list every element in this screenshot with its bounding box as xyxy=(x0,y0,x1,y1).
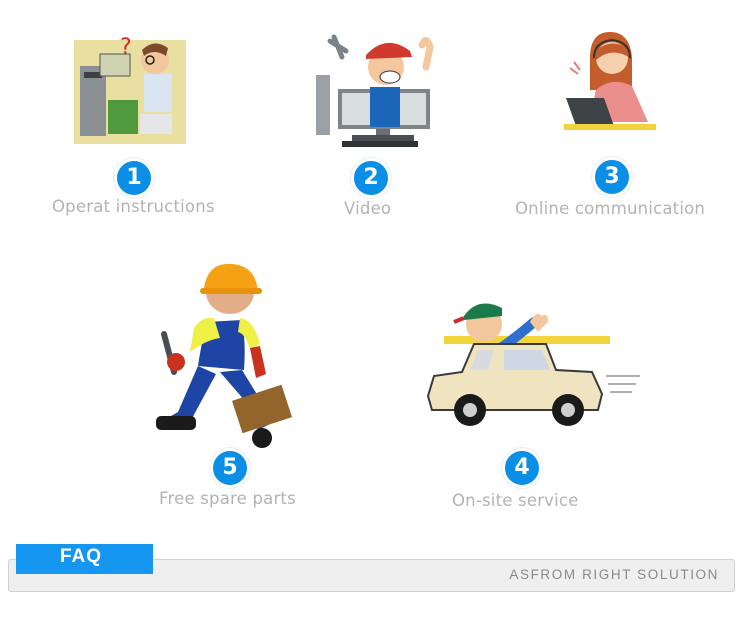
step-badge-4: 4 xyxy=(502,448,542,488)
faq-tab-label: FAQ xyxy=(60,546,103,567)
step-badge-3: 3 xyxy=(592,157,632,197)
support-agent-headset-icon xyxy=(564,32,656,130)
technician-on-monitor-icon xyxy=(316,34,434,147)
service-label: Operat instructions xyxy=(52,197,215,216)
service-label: Free spare parts xyxy=(159,489,296,508)
step-badge-1: 1 xyxy=(114,158,154,198)
brand-slogan: ASFROM RIGHT SOLUTION xyxy=(509,567,719,582)
faq-tab[interactable]: FAQ xyxy=(16,544,153,574)
service-label: On-site service xyxy=(452,491,579,510)
engineer-at-desk-icon: ? xyxy=(74,36,186,144)
service-label: Video xyxy=(344,199,392,218)
service-label: Online communication xyxy=(515,199,706,218)
step-badge-5: 5 xyxy=(210,448,250,488)
mechanic-in-car-icon xyxy=(426,303,640,426)
svg-text:?: ? xyxy=(120,36,132,60)
worker-with-toolbox-icon xyxy=(156,263,292,448)
step-badge-2: 2 xyxy=(351,158,391,198)
